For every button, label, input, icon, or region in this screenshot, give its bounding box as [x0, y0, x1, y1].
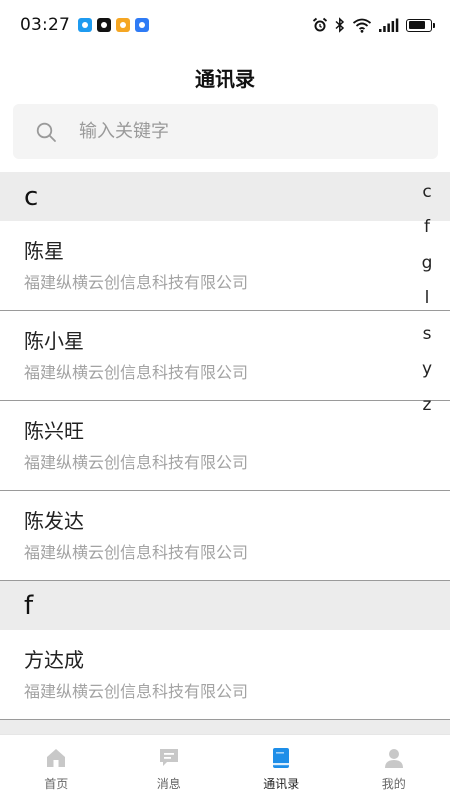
- battery-icon: [406, 18, 435, 32]
- page-title: 通讯录: [195, 66, 255, 91]
- tab-label: 消息: [156, 777, 181, 791]
- message-icon: [158, 747, 180, 769]
- contact-company: 福建纵横云创信息科技有限公司: [24, 272, 249, 292]
- tab-label: 我的: [381, 777, 406, 791]
- message-app-icon: [78, 18, 92, 32]
- contact-name: 陈小星: [24, 328, 84, 353]
- section-header-c: c: [0, 172, 450, 221]
- status-app-icons: [78, 18, 149, 32]
- home-icon: [45, 747, 67, 769]
- contact-company: 福建纵横云创信息科技有限公司: [24, 681, 249, 701]
- contact-item[interactable]: 陈兴旺福建纵横云创信息科技有限公司: [0, 401, 450, 491]
- alarm-icon: [312, 17, 328, 33]
- browser-app-icon: [135, 18, 149, 32]
- index-letter-c[interactable]: c: [412, 174, 442, 210]
- search-input[interactable]: [79, 121, 379, 142]
- index-letter-z[interactable]: z: [412, 387, 442, 423]
- contact-company: 福建纵横云创信息科技有限公司: [24, 362, 249, 382]
- contact-item[interactable]: 方达成福建纵横云创信息科技有限公司: [0, 630, 450, 720]
- profile-icon: [383, 747, 405, 769]
- tab-message[interactable]: 消息: [113, 735, 226, 800]
- tiktok-app-icon: [97, 18, 111, 32]
- contact-item[interactable]: 陈小星福建纵横云创信息科技有限公司: [0, 311, 450, 401]
- tab-label: 通讯录: [263, 777, 300, 791]
- tab-contacts-book[interactable]: 通讯录: [225, 735, 338, 800]
- contact-name: 陈兴旺: [24, 418, 84, 443]
- tab-label: 首页: [44, 777, 69, 791]
- bluetooth-icon: [335, 17, 345, 33]
- index-letter-s[interactable]: s: [412, 316, 442, 352]
- index-letter-f[interactable]: f: [412, 210, 442, 246]
- index-letter-y[interactable]: y: [412, 352, 442, 388]
- contact-company: 福建纵横云创信息科技有限公司: [24, 542, 249, 562]
- search-icon: [36, 122, 56, 142]
- contacts-book-icon: [270, 747, 292, 769]
- index-letter-l[interactable]: l: [412, 281, 442, 317]
- section-header-f: f: [0, 581, 450, 630]
- contact-name: 陈星: [24, 238, 64, 263]
- status-time: 03:27: [20, 15, 70, 35]
- signal-icon: [379, 18, 399, 32]
- bottom-tab-bar: 首页 消息 通讯录 我的: [0, 734, 450, 800]
- tab-profile[interactable]: 我的: [338, 735, 450, 800]
- alphabet-index[interactable]: cfglsyz: [412, 174, 442, 423]
- index-letter-g[interactable]: g: [412, 245, 442, 281]
- chat-app-icon: [116, 18, 130, 32]
- contact-item[interactable]: 陈星福建纵横云创信息科技有限公司: [0, 221, 450, 311]
- wifi-icon: [352, 17, 372, 33]
- contact-name: 方达成: [24, 647, 84, 672]
- contact-company: 福建纵横云创信息科技有限公司: [24, 452, 249, 472]
- header: 通讯录: [0, 50, 450, 104]
- search-box[interactable]: [13, 104, 438, 159]
- contact-list[interactable]: c 陈星 福建纵横云创信息科技有限公司 陈小星 福建纵横云创信息科技有限公司 陈兴旺 福建纵…: [0, 172, 450, 734]
- tab-home[interactable]: 首页: [0, 735, 113, 800]
- section-divider: [0, 720, 450, 734]
- status-indicators: [312, 17, 435, 33]
- contact-item[interactable]: 陈发达福建纵横云创信息科技有限公司: [0, 491, 450, 581]
- status-bar: 03:27: [0, 0, 450, 50]
- contact-name: 陈发达: [24, 508, 84, 533]
